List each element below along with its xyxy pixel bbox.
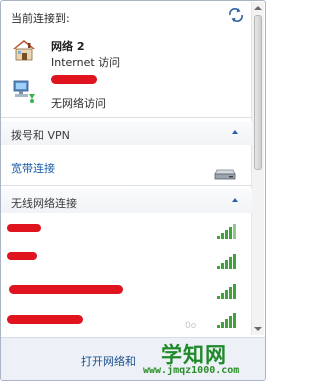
open-network-center-link[interactable]: 打开网络和: [81, 353, 136, 369]
wireless-network-item[interactable]: [7, 309, 251, 333]
redacted-ssid: [7, 224, 41, 232]
broadband-drive-icon: [214, 169, 236, 180]
scroll-down-arrow[interactable]: [254, 327, 262, 331]
public-network-icon: [13, 80, 35, 103]
site-watermark: 学知网 www.jmqz1000.com: [139, 335, 265, 380]
wireless-network-item[interactable]: [7, 249, 251, 273]
signal-strength-icon: [217, 224, 236, 239]
watermark-url: www.jmqz1000.com: [143, 365, 240, 376]
divider: [1, 185, 252, 186]
signal-strength-icon: [217, 284, 236, 299]
scrollbar[interactable]: [251, 2, 264, 335]
wireless-header[interactable]: 无线网络连接: [1, 189, 252, 213]
scroll-thumb[interactable]: [254, 15, 262, 170]
scroll-up-arrow[interactable]: [254, 6, 262, 10]
redacted-ssid: [9, 285, 123, 294]
home-network-icon: [13, 40, 35, 61]
current-connections-title: 当前连接到:: [11, 12, 70, 25]
network-flyout: 当前连接到: 网络 2 Internet 访问 无网络访问 拨号和 VPN 宽带…: [0, 0, 266, 381]
connection-item-public[interactable]: 无网络访问: [11, 73, 251, 111]
dialup-vpn-title: 拨号和 VPN: [11, 129, 70, 142]
connection-name: 网络 2: [51, 40, 85, 53]
redacted-ssid: [7, 252, 37, 260]
faded-label: 0o: [185, 321, 197, 331]
broadband-connection-link[interactable]: 宽带连接: [11, 160, 55, 176]
refresh-icon[interactable]: [227, 7, 245, 23]
collapse-caret-icon[interactable]: [232, 198, 238, 202]
redacted-connection-name: [51, 75, 97, 84]
collapse-caret-icon[interactable]: [232, 130, 238, 134]
wireless-title: 无线网络连接: [11, 197, 77, 210]
signal-strength-icon: [217, 254, 236, 269]
signal-strength-icon: [217, 313, 236, 328]
connection-status: Internet 访问: [51, 56, 121, 69]
wireless-network-item[interactable]: [7, 221, 251, 245]
redacted-ssid: [7, 315, 83, 324]
dialup-vpn-header[interactable]: 拨号和 VPN: [1, 121, 252, 145]
connection-item-network-2[interactable]: 网络 2 Internet 访问: [11, 35, 251, 71]
connection-status: 无网络访问: [51, 97, 106, 110]
wireless-network-item[interactable]: [9, 279, 251, 303]
divider: [1, 117, 252, 118]
